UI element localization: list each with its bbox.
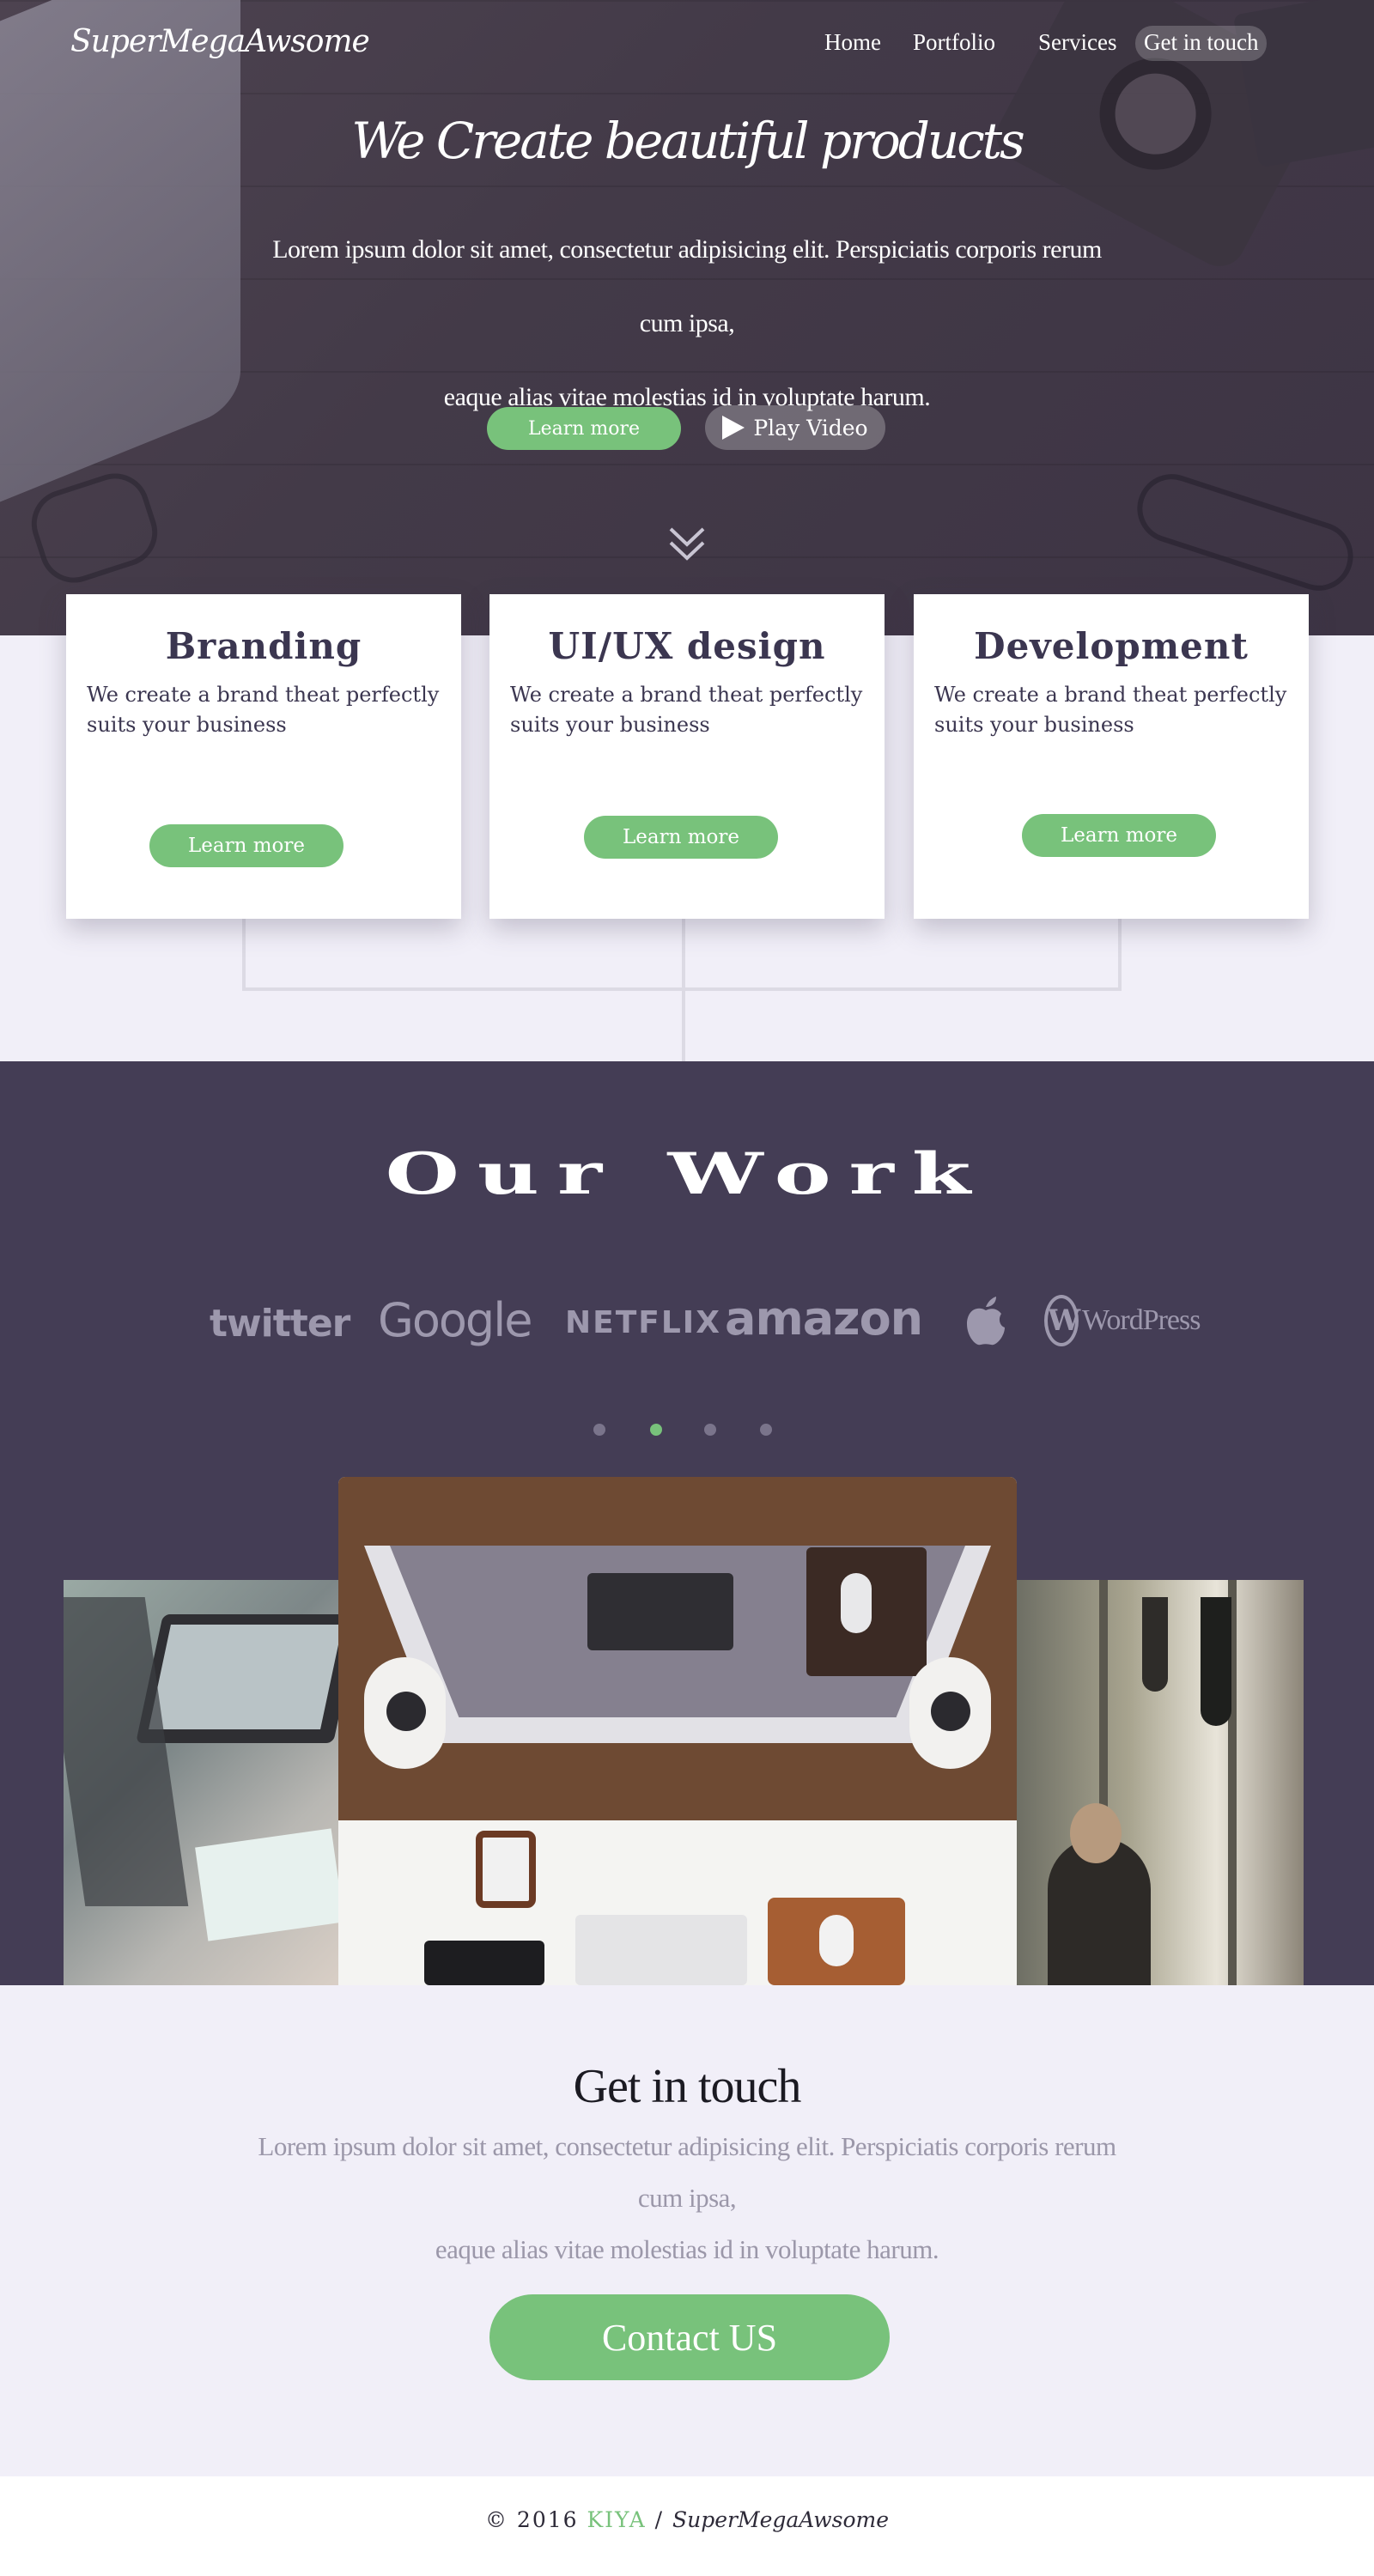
- hero-title: We Create beautiful products: [351, 112, 1025, 170]
- glasses-image: [1128, 465, 1362, 600]
- brand-netflix: NETFLIX: [565, 1305, 721, 1340]
- copyright: © 2016: [484, 2507, 579, 2532]
- carousel-dot[interactable]: [760, 1424, 772, 1436]
- contact-subtitle: Lorem ipsum dolor sit amet, consectetur …: [258, 2121, 1116, 2275]
- section-title: Our Work: [385, 1140, 989, 1207]
- service-card-branding: Branding We create a brand theat perfect…: [66, 594, 461, 919]
- footer-text: © 2016 KIYA / SuperMegaAwsome: [0, 2507, 1374, 2532]
- contact-title: Get in touch: [573, 2060, 802, 2113]
- hero-subtitle-line: eaque alias vitae molestias id in volupt…: [443, 383, 931, 411]
- portfolio-image-cafe[interactable]: [1013, 1580, 1304, 1985]
- learn-more-button[interactable]: Learn more: [584, 816, 778, 859]
- hero-section: SuperMegaAwsome Home Portfolio Services …: [0, 0, 1374, 635]
- nav-portfolio[interactable]: Portfolio: [913, 29, 995, 56]
- footer-site-name: SuperMegaAwsome: [672, 2507, 890, 2532]
- contact-subtitle-line: eaque alias vitae molestias id in volupt…: [435, 2234, 939, 2264]
- hero-subtitle-line: Lorem ipsum dolor sit amet, consectetur …: [272, 235, 1102, 337]
- carousel-dot[interactable]: [593, 1424, 605, 1436]
- logo[interactable]: SuperMegaAwsome: [70, 24, 370, 59]
- service-text: We create a brand theat perfectly suits …: [87, 683, 440, 737]
- apple-icon: [967, 1297, 1005, 1346]
- nav-services[interactable]: Services: [1038, 29, 1116, 56]
- brand-wordpress-label: WordPress: [1082, 1304, 1201, 1336]
- brand-wordpress: W WordPress: [1044, 1295, 1201, 1346]
- play-icon: [722, 416, 745, 440]
- footer-separator: /: [654, 2507, 665, 2532]
- connector-line: [1118, 919, 1122, 991]
- portfolio-image-desk[interactable]: [338, 1477, 1017, 1985]
- contact-subtitle-line: Lorem ipsum dolor sit amet, consectetur …: [258, 2131, 1116, 2213]
- service-text: We create a brand theat perfectly suits …: [934, 683, 1287, 737]
- service-title: UI/UX design: [548, 625, 826, 667]
- connector-line: [682, 919, 685, 1061]
- laptop-image: [0, 0, 240, 523]
- brand-amazon: amazon: [725, 1291, 923, 1346]
- play-video-button[interactable]: Play Video: [705, 405, 885, 450]
- service-card-uiux: UI/UX design We create a brand theat per…: [489, 594, 885, 919]
- carousel-dot-active[interactable]: [650, 1424, 662, 1436]
- carousel-dot[interactable]: [704, 1424, 716, 1436]
- play-video-label: Play Video: [753, 415, 868, 440]
- portfolio-image-laptops[interactable]: [64, 1580, 338, 1985]
- learn-more-button[interactable]: Learn more: [1022, 814, 1216, 857]
- chevron-down-icon[interactable]: [667, 526, 707, 563]
- learn-more-button[interactable]: Learn more: [487, 407, 681, 450]
- service-title: Development: [974, 625, 1249, 667]
- service-text: We create a brand theat perfectly suits …: [510, 683, 863, 737]
- nav-home[interactable]: Home: [824, 29, 881, 56]
- brand-google: Google: [378, 1293, 532, 1347]
- brand-twitter: twitter: [210, 1302, 350, 1346]
- service-card-development: Development We create a brand theat perf…: [914, 594, 1309, 919]
- service-title: Branding: [165, 625, 362, 667]
- footer-brand-kiya[interactable]: KIYA: [587, 2507, 647, 2532]
- connector-line: [242, 919, 246, 991]
- wordpress-icon: W: [1044, 1295, 1080, 1346]
- nav-get-in-touch[interactable]: Get in touch: [1135, 26, 1268, 61]
- learn-more-button[interactable]: Learn more: [149, 824, 344, 867]
- footer: © 2016 KIYA / SuperMegaAwsome: [0, 2476, 1374, 2576]
- contact-us-button[interactable]: Contact US: [489, 2294, 890, 2380]
- hero-subtitle: Lorem ipsum dolor sit amet, consectetur …: [258, 213, 1116, 434]
